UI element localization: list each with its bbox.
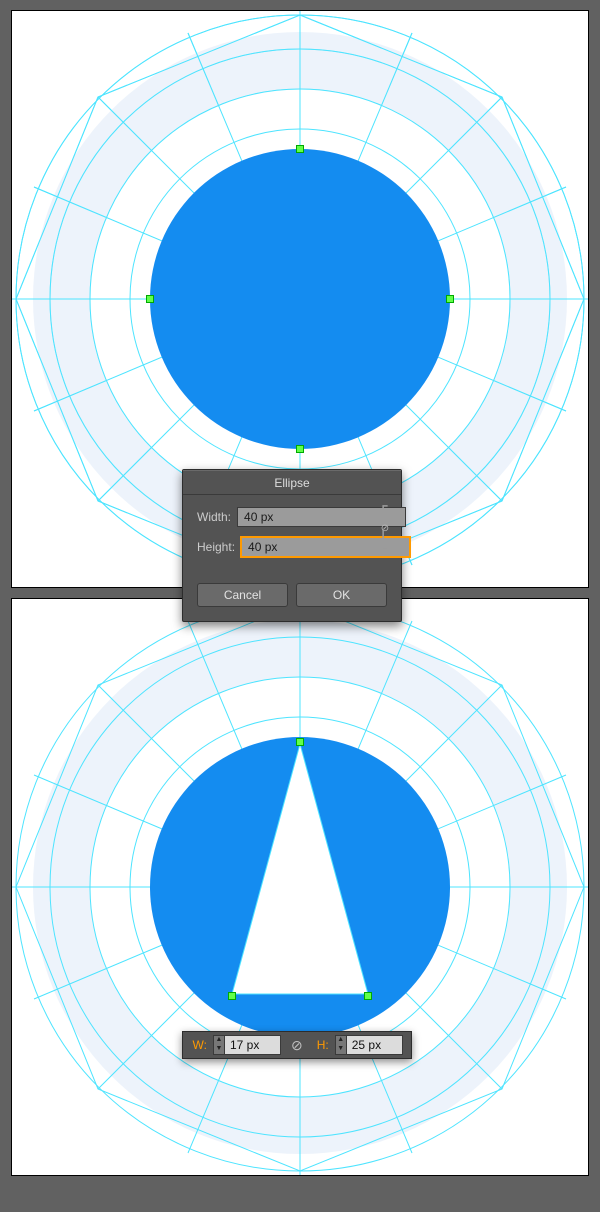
stepper-up-icon[interactable]: ▲ <box>336 1036 346 1045</box>
transform-toolbar: W: ▲▼ ⊘ H: ▲▼ <box>182 1031 412 1059</box>
cancel-button[interactable]: Cancel <box>197 583 288 607</box>
width-stepper[interactable]: ▲▼ <box>213 1035 281 1055</box>
anchor-point[interactable] <box>229 993 235 999</box>
anchor-point[interactable] <box>447 296 453 302</box>
anchor-point[interactable] <box>297 446 303 452</box>
width-short-label: W: <box>191 1038 207 1052</box>
stepper-down-icon[interactable]: ▼ <box>336 1045 346 1054</box>
artboard-top-panel: Ellipse Width: Height: ⎡ ⊘ ⎣ Cancel OK <box>11 10 589 588</box>
height-value-input[interactable] <box>347 1035 403 1055</box>
link-wh-icon[interactable]: ⊘ <box>287 1037 307 1054</box>
ellipse-dialog: Ellipse Width: Height: ⎡ ⊘ ⎣ Cancel OK <box>182 469 402 622</box>
height-label: Height: <box>197 540 235 554</box>
artboard-bottom[interactable]: W: ▲▼ ⊘ H: ▲▼ <box>12 599 588 1175</box>
stepper-down-icon[interactable]: ▼ <box>214 1045 224 1054</box>
width-value-input[interactable] <box>225 1035 281 1055</box>
anchor-point[interactable] <box>297 739 303 745</box>
dialog-title: Ellipse <box>183 470 401 495</box>
anchor-point[interactable] <box>297 146 303 152</box>
height-short-label: H: <box>313 1038 329 1052</box>
anchor-point[interactable] <box>147 296 153 302</box>
stepper-up-icon[interactable]: ▲ <box>214 1036 224 1045</box>
constrain-proportions-icon[interactable]: ⎡ ⊘ ⎣ <box>375 509 395 548</box>
anchor-point[interactable] <box>365 993 371 999</box>
artboard-bottom-panel: W: ▲▼ ⊘ H: ▲▼ <box>11 598 589 1176</box>
width-label: Width: <box>197 510 231 524</box>
height-stepper[interactable]: ▲▼ <box>335 1035 403 1055</box>
triangle-shape[interactable] <box>200 744 400 1004</box>
ok-button[interactable]: OK <box>296 583 387 607</box>
ellipse-shape[interactable] <box>150 149 450 449</box>
